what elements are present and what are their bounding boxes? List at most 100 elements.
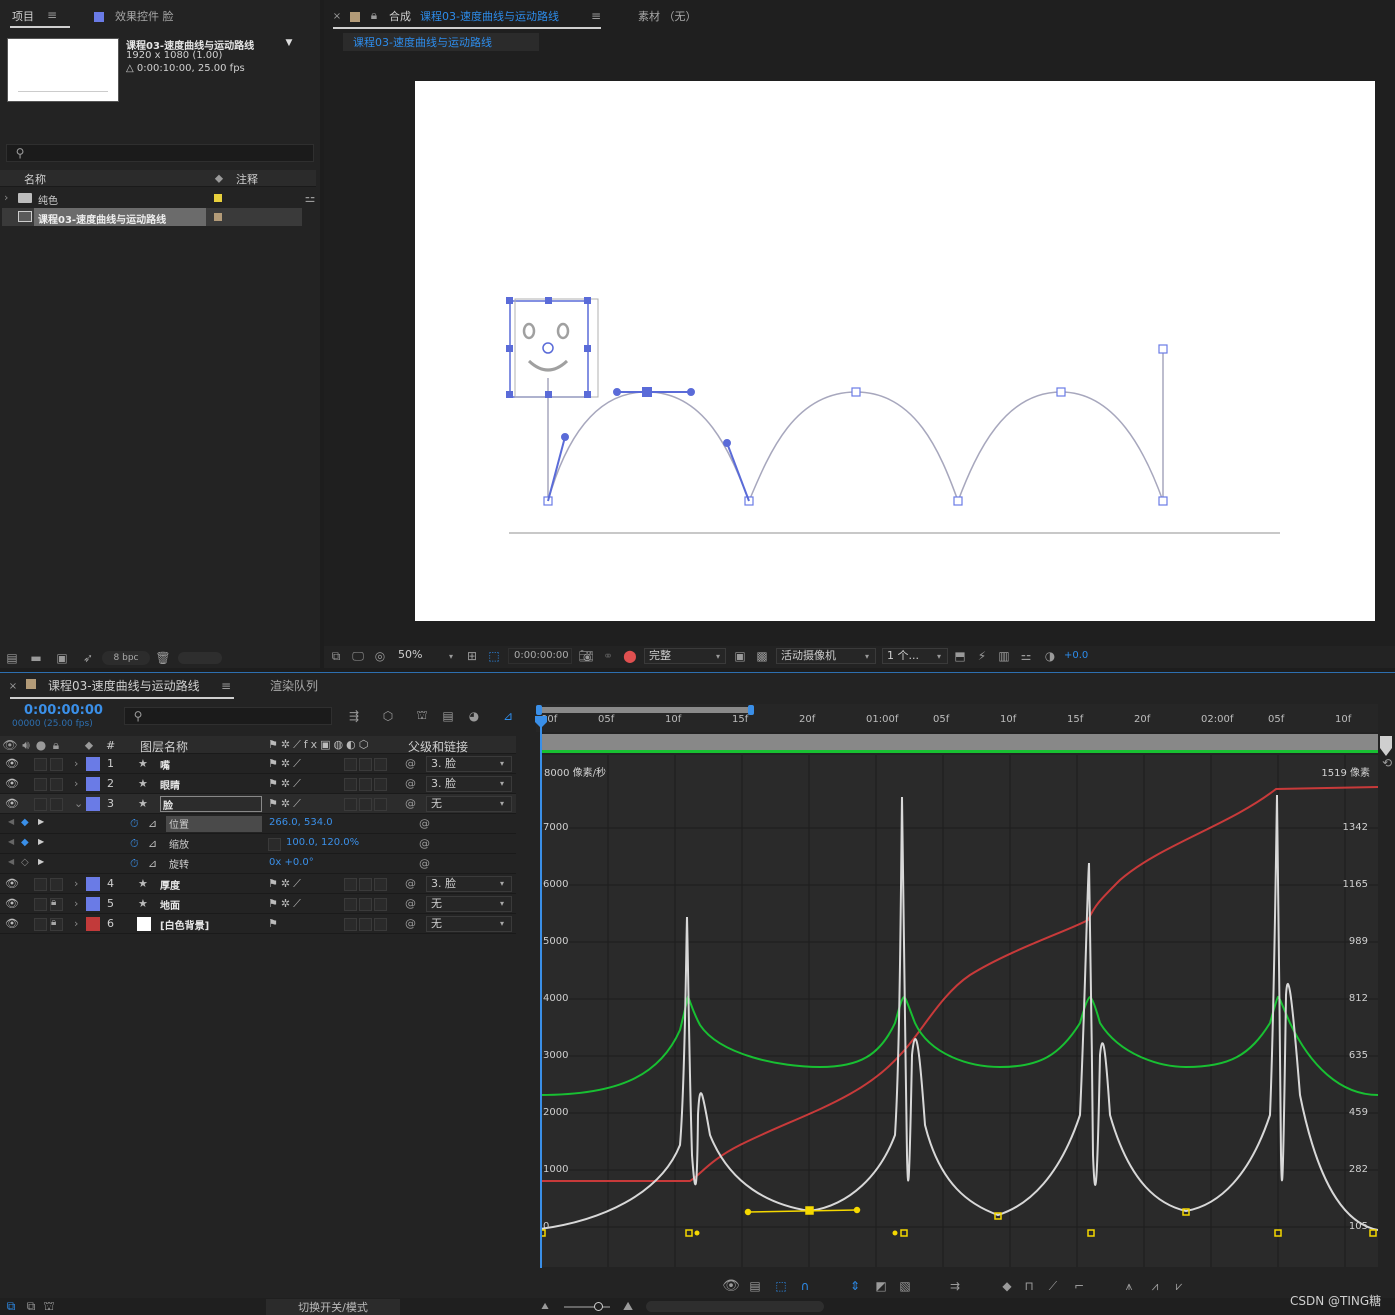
pick-whip-icon[interactable]: @ (405, 777, 416, 790)
menu-icon[interactable]: ≡ (46, 8, 58, 22)
dropdown-arrow-icon[interactable]: ▼ (284, 38, 294, 48)
layer-switches[interactable]: ⚑✲⟋ (268, 777, 304, 791)
fit-all-icon[interactable]: ▧ (896, 1278, 914, 1294)
layer-name[interactable]: [白色背景] (160, 917, 209, 932)
graph-toggle-icon[interactable]: ⊿ (148, 837, 157, 850)
zoom-slider-thumb[interactable] (594, 1302, 603, 1311)
next-keyframe-icon[interactable]: ▶ (38, 837, 44, 846)
property-name[interactable]: 位置 (166, 816, 262, 832)
interpret-footage-icon[interactable]: ▤ (4, 651, 20, 665)
graph-toggle-icon[interactable]: ⊿ (148, 817, 157, 830)
layer-row[interactable]: 👁︎ › 4 ★ 厚度 ⚑✲⟋ @3. 脸 ▾ (0, 874, 516, 894)
in-out-icon[interactable]: ⛫ (42, 1299, 56, 1313)
viewer-timecode[interactable]: 0:00:00:00 (508, 648, 572, 664)
close-icon[interactable]: × (332, 10, 342, 22)
work-area-bar[interactable] (540, 707, 750, 713)
pick-whip-icon[interactable]: @ (405, 877, 416, 890)
mask-icon[interactable]: ◎ (372, 649, 388, 663)
layer-name[interactable]: 脸 (160, 796, 262, 812)
solo-toggle[interactable] (34, 918, 47, 931)
easy-ease-icon[interactable]: ⩚ (1120, 1278, 1138, 1294)
pick-whip-icon[interactable]: @ (405, 897, 416, 910)
switch-box[interactable] (344, 758, 357, 771)
graph-editor-icon[interactable]: ⊿ (500, 709, 516, 723)
menu-icon[interactable]: ≡ (220, 679, 232, 693)
chevron-down-icon[interactable]: ⌄ (74, 797, 83, 810)
eye-icon[interactable]: 👁︎ (5, 797, 19, 810)
keyframe-icon[interactable]: ◇ (21, 857, 29, 868)
project-search-input[interactable] (6, 144, 314, 162)
new-folder-icon[interactable]: ▬ (28, 651, 44, 665)
timeline-timecode[interactable]: 0:00:00:00 (24, 703, 103, 718)
toggle-switches-modes-button[interactable]: 切换开关/模式 (266, 1299, 400, 1315)
layer-name[interactable]: 眼睛 (160, 777, 180, 792)
easy-ease-out-icon[interactable]: ⩗ (1170, 1278, 1188, 1294)
lock-toggle[interactable] (50, 758, 63, 771)
layer-label-swatch[interactable] (86, 777, 100, 791)
chevron-right-icon[interactable]: › (4, 191, 8, 204)
switch-box[interactable] (374, 798, 387, 811)
hold-keyframe-icon[interactable]: ⊓ (1020, 1278, 1038, 1294)
snap-icon[interactable]: ∩ (796, 1278, 814, 1294)
layer-switches[interactable]: ⚑ (268, 917, 281, 930)
switch-box[interactable] (374, 778, 387, 791)
layer-name[interactable]: 厚度 (160, 877, 180, 892)
next-keyframe-icon[interactable]: ▶ (38, 857, 44, 866)
chevron-right-icon[interactable]: › (74, 877, 78, 890)
trash-icon[interactable]: 🗑 (155, 651, 170, 665)
layer-label-swatch[interactable] (86, 797, 100, 811)
chevron-right-icon[interactable]: › (74, 917, 78, 930)
lock-toggle[interactable] (50, 878, 63, 891)
transform-box-icon[interactable]: ⬚ (772, 1278, 790, 1294)
layer-label-swatch[interactable] (86, 917, 100, 931)
transfer-controls-icon[interactable]: ⧉ (24, 1299, 38, 1313)
layer-switches[interactable]: ⚑✲⟋ (268, 897, 304, 911)
always-preview-icon[interactable]: ⧉ (328, 649, 344, 663)
switch-box[interactable] (374, 918, 387, 931)
property-name[interactable]: 缩放 (166, 836, 262, 852)
flow-icon[interactable]: ➶ (80, 651, 96, 665)
switch-box[interactable] (374, 878, 387, 891)
tab-composition[interactable]: 课程03-速度曲线与运动路线 (420, 8, 559, 24)
property-value[interactable]: 100.0, 120.0% (286, 837, 359, 848)
zoom-slider[interactable] (564, 1306, 610, 1308)
col-parent[interactable]: 父级和链接 (408, 738, 468, 755)
eye-icon[interactable]: 👁︎ (5, 877, 19, 890)
auto-zoom-icon[interactable]: ⇕ (846, 1278, 864, 1294)
layer-duration-bar[interactable] (540, 734, 1378, 750)
pick-whip-icon[interactable]: @ (405, 797, 416, 810)
current-time-indicator[interactable] (540, 720, 542, 1268)
layer-label-swatch[interactable] (86, 897, 100, 911)
layer-row[interactable]: 👁︎ 🔒︎ › 5 ★ 地面 ⚑✲⟋ @ 无 ▾ (0, 894, 516, 914)
chevron-right-icon[interactable]: › (74, 757, 78, 770)
next-keyframe-icon[interactable]: ▶ (38, 817, 44, 826)
solo-toggle[interactable] (34, 758, 47, 771)
layer-row[interactable]: 👁︎ › 2 ★ 眼睛 ⚑✲⟋ @3. 脸 ▾ (0, 774, 516, 794)
easy-ease-in-icon[interactable]: ⩘ (1146, 1278, 1164, 1294)
lock-toggle[interactable] (50, 778, 63, 791)
separate-dimensions-icon[interactable]: ⇉ (946, 1278, 964, 1294)
layer-switches-toggle-icon[interactable]: ⧉ (4, 1299, 18, 1313)
stopwatch-icon[interactable]: ⏱︎ (130, 817, 139, 831)
timeline-search-input[interactable] (124, 707, 332, 725)
prev-keyframe-icon[interactable]: ◀ (8, 817, 14, 826)
reset-exposure-icon[interactable]: ◑ (1042, 649, 1058, 663)
col-layer-name[interactable]: 图层名称 (140, 738, 188, 755)
property-value[interactable]: 266.0, 534.0 (269, 817, 333, 828)
chevron-right-icon[interactable]: › (74, 777, 78, 790)
constrain-proportions-toggle[interactable] (268, 838, 281, 851)
tab-timeline[interactable]: 课程03-速度曲线与运动路线 (48, 677, 200, 694)
project-item-row-selected[interactable]: 课程03-速度曲线与运动路线 (2, 208, 302, 226)
solo-toggle[interactable] (34, 798, 47, 811)
label-tag-icon[interactable]: ⬥ (212, 171, 226, 185)
shy-layers-icon[interactable]: ⛫ (414, 708, 430, 723)
bpc-button[interactable]: 8 bpc (102, 651, 150, 665)
graph-type-icon[interactable]: ▤ (746, 1278, 764, 1294)
keyframe-icon[interactable]: ◆ (21, 817, 29, 828)
eye-icon[interactable]: 👁︎ (5, 917, 19, 930)
prev-keyframe-icon[interactable]: ◀ (8, 857, 14, 866)
switch-box[interactable] (344, 918, 357, 931)
lock-icon[interactable]: 🔒︎ (51, 897, 56, 908)
linear-keyframe-icon[interactable]: ⟋ (1044, 1278, 1062, 1294)
property-row[interactable]: ◀ ◆ ▶ ⏱︎ ⊿ 缩放 100.0, 120.0% @ (0, 834, 516, 854)
